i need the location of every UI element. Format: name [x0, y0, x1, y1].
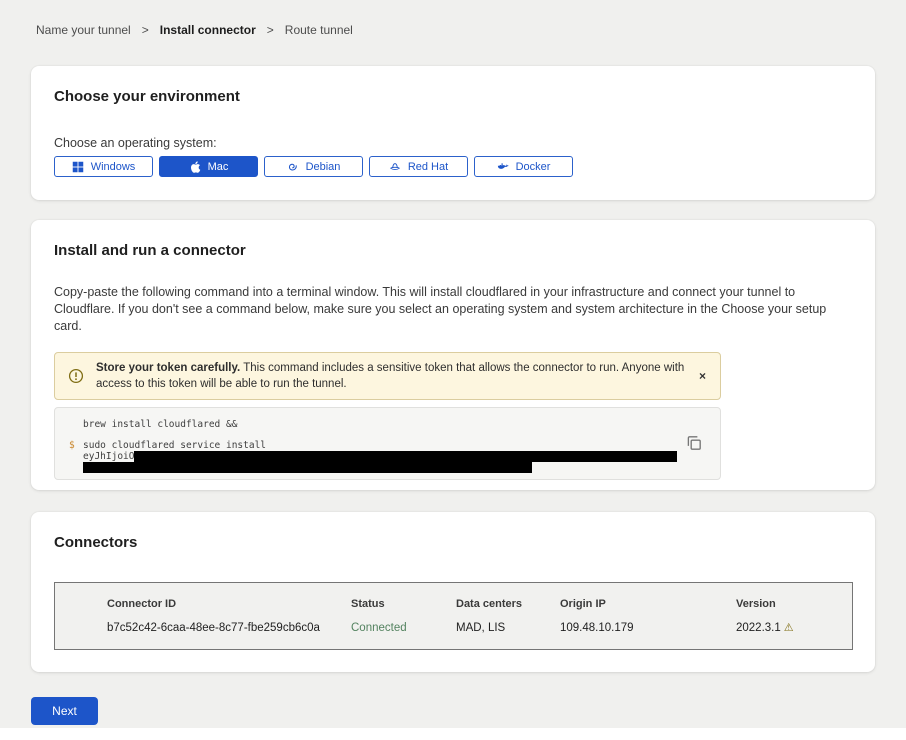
- origin-ip-value: 109.48.10.179: [560, 622, 736, 634]
- install-description: Copy-paste the following command into a …: [54, 284, 849, 335]
- breadcrumb-separator: >: [142, 23, 149, 37]
- install-command-codeblock: brew install cloudflared && $sudo cloudf…: [54, 407, 721, 480]
- code-line-token-2: [55, 462, 720, 473]
- operating-system-label: Choose an operating system:: [54, 136, 852, 150]
- os-button-redhat[interactable]: Red Hat: [369, 156, 468, 177]
- breadcrumb-step-route-tunnel[interactable]: Route tunnel: [285, 23, 353, 37]
- environment-card-title: Choose your environment: [54, 88, 852, 106]
- os-button-label: Debian: [306, 161, 341, 173]
- redhat-logo-icon: [389, 161, 401, 173]
- debian-logo-icon: [287, 161, 299, 173]
- code-text: sudo cloudflared service install: [83, 440, 266, 451]
- token-warning-text: Store your token carefully. This command…: [96, 360, 686, 392]
- apple-logo-icon: [189, 161, 201, 173]
- os-button-docker[interactable]: Docker: [474, 156, 573, 177]
- status-badge: Connected: [351, 622, 456, 634]
- connectors-table-header: Connector ID Status Data centers Origin …: [107, 598, 852, 610]
- column-header-status: Status: [351, 598, 456, 610]
- column-header-data-centers: Data centers: [456, 598, 560, 610]
- windows-logo-icon: [72, 161, 84, 173]
- os-button-label: Red Hat: [408, 161, 448, 173]
- os-button-label: Mac: [208, 161, 229, 173]
- warning-triangle-icon: ⚠: [784, 622, 794, 634]
- breadcrumb-step-name-your-tunnel[interactable]: Name your tunnel: [36, 23, 131, 37]
- breadcrumb: Name your tunnel > Install connector > Route…: [36, 23, 353, 37]
- column-header-version: Version: [736, 598, 852, 610]
- bottom-strip: [0, 728, 906, 740]
- connector-id-value: b7c52c42-6caa-48ee-8c77-fbe259cb6c0a: [107, 622, 351, 634]
- data-centers-value: MAD, LIS: [456, 622, 560, 634]
- close-icon[interactable]: ×: [695, 368, 710, 384]
- next-button[interactable]: Next: [31, 697, 98, 725]
- breadcrumb-step-install-connector[interactable]: Install connector: [160, 23, 256, 37]
- breadcrumb-separator: >: [267, 23, 274, 37]
- info-icon: [68, 368, 84, 384]
- connectors-card-title: Connectors: [54, 534, 852, 552]
- os-button-mac[interactable]: Mac: [159, 156, 258, 177]
- os-button-label: Windows: [91, 161, 136, 173]
- os-button-windows[interactable]: Windows: [54, 156, 153, 177]
- os-button-label: Docker: [516, 161, 551, 173]
- token-warning-banner: Store your token carefully. This command…: [54, 352, 721, 400]
- os-button-group: Windows Mac Debian Red Hat Docker: [54, 156, 852, 177]
- column-header-origin-ip: Origin IP: [560, 598, 736, 610]
- os-button-debian[interactable]: Debian: [264, 156, 363, 177]
- copy-icon[interactable]: [685, 434, 703, 452]
- redacted-token-bar: [134, 451, 677, 462]
- table-row: b7c52c42-6caa-48ee-8c77-fbe259cb6c0a Con…: [107, 621, 852, 634]
- shell-prompt: $: [55, 440, 83, 451]
- install-connector-card: Install and run a connector Copy-paste t…: [31, 220, 875, 490]
- code-line-brew: brew install cloudflared &&: [55, 419, 720, 430]
- redacted-token-bar: [83, 462, 532, 473]
- connectors-table: Connector ID Status Data centers Origin …: [54, 582, 853, 650]
- token-prefix-text: eyJhIjoiO: [83, 451, 134, 462]
- connectors-card: Connectors Connector ID Status Data cent…: [31, 512, 875, 672]
- code-line-sudo: $sudo cloudflared service install: [55, 440, 720, 451]
- install-card-title: Install and run a connector: [54, 242, 852, 260]
- version-value: 2022.3.1⚠: [736, 621, 852, 634]
- column-header-connector-id: Connector ID: [107, 598, 351, 610]
- code-line-token: eyJhIjoiO: [55, 451, 677, 462]
- code-text: brew install cloudflared &&: [83, 419, 237, 430]
- token-warning-title: Store your token carefully.: [96, 362, 240, 374]
- choose-environment-card: Choose your environment Choose an operat…: [31, 66, 875, 200]
- docker-logo-icon: [497, 161, 509, 173]
